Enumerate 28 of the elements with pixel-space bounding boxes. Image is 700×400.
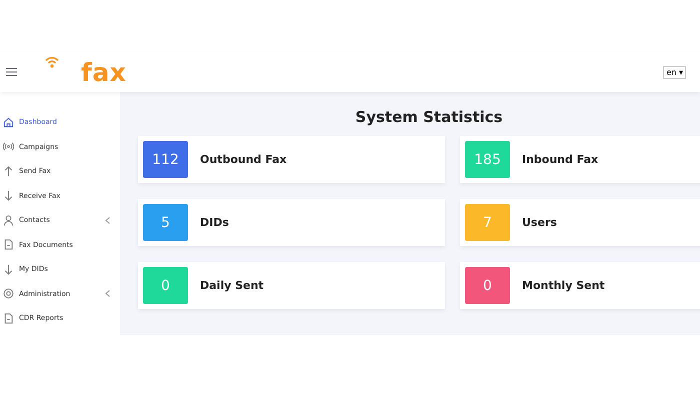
gear-icon [3, 288, 14, 300]
chevron-icon [105, 216, 110, 224]
language-select[interactable]: en ▾ [663, 66, 686, 78]
down-arrow-icon [3, 264, 14, 275]
up-arrow-icon [3, 166, 14, 177]
wifi-icon [45, 56, 59, 68]
stat-label: Outbound Fax [200, 153, 287, 166]
stat-label: Inbound Fax [522, 153, 598, 166]
antenna-icon [3, 141, 14, 152]
stat-tile: 0 [465, 267, 510, 304]
logo-text: fax [81, 58, 126, 86]
stat-label: Daily Sent [200, 279, 264, 292]
stat-label: DIDs [200, 216, 229, 229]
stat-tile: 112 [143, 141, 188, 178]
down-arrow-icon [3, 190, 14, 202]
page-title: System Statistics [354, 108, 504, 126]
stat-tile: 7 [465, 204, 510, 241]
stat-label: Users [522, 216, 557, 229]
home-icon [3, 116, 14, 128]
stat-tile: 0 [143, 267, 188, 304]
stat-tile: 185 [465, 141, 510, 178]
document-icon [3, 312, 14, 324]
stat-tile: 5 [143, 204, 188, 241]
document-icon [3, 239, 14, 250]
person-icon [3, 214, 14, 226]
menu-icon[interactable] [6, 68, 17, 76]
stat-label: Monthly Sent [522, 279, 605, 292]
chevron-icon [105, 290, 110, 298]
